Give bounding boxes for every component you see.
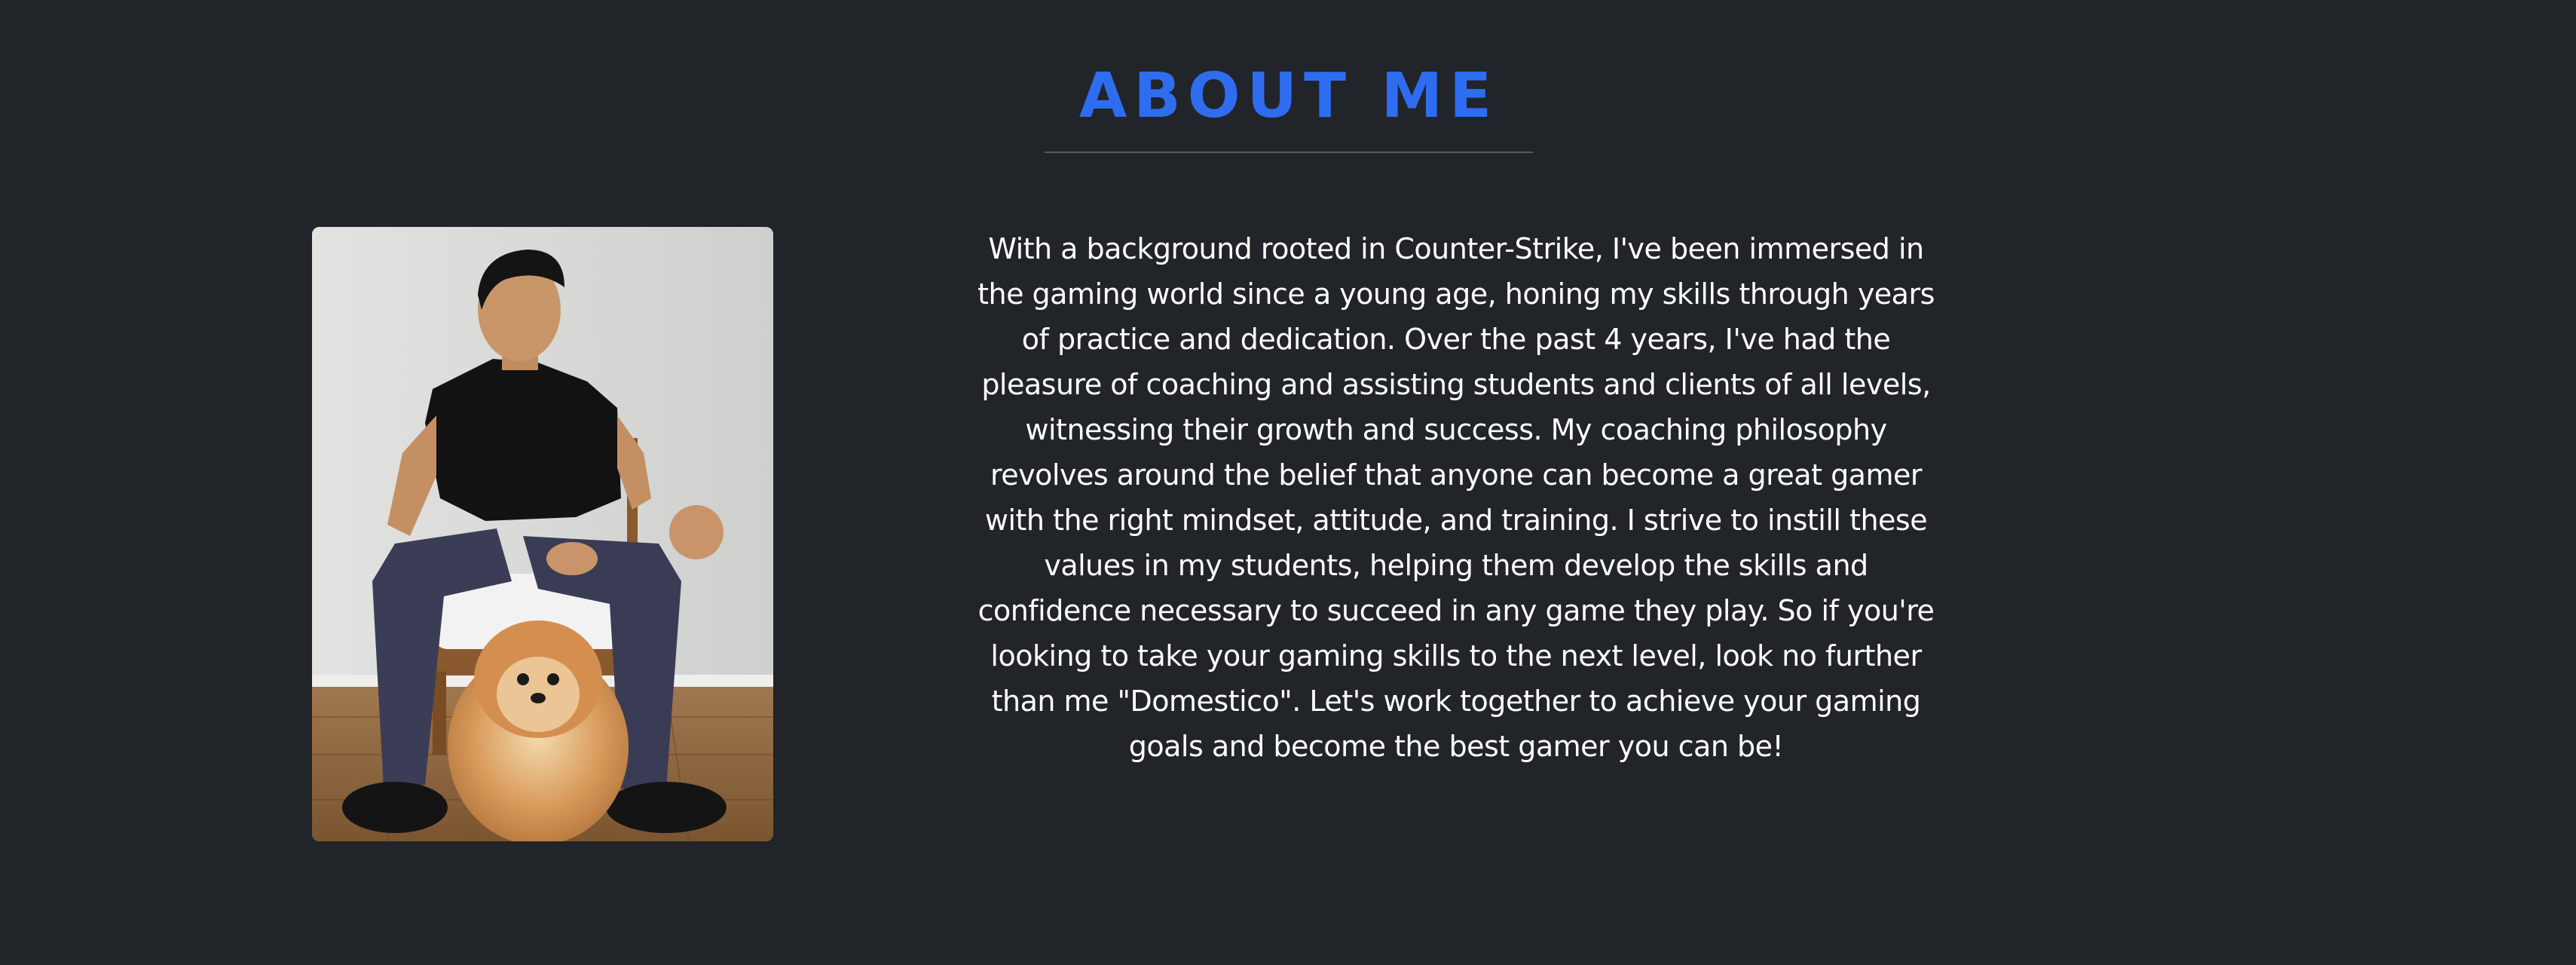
about-bio-text: With a background rooted in Counter-Stri… <box>977 232 1935 763</box>
title-divider <box>1045 152 1533 153</box>
profile-photo <box>312 227 773 841</box>
section-title: ABOUT ME <box>1078 60 1499 132</box>
profile-photo-illustration <box>312 227 773 841</box>
